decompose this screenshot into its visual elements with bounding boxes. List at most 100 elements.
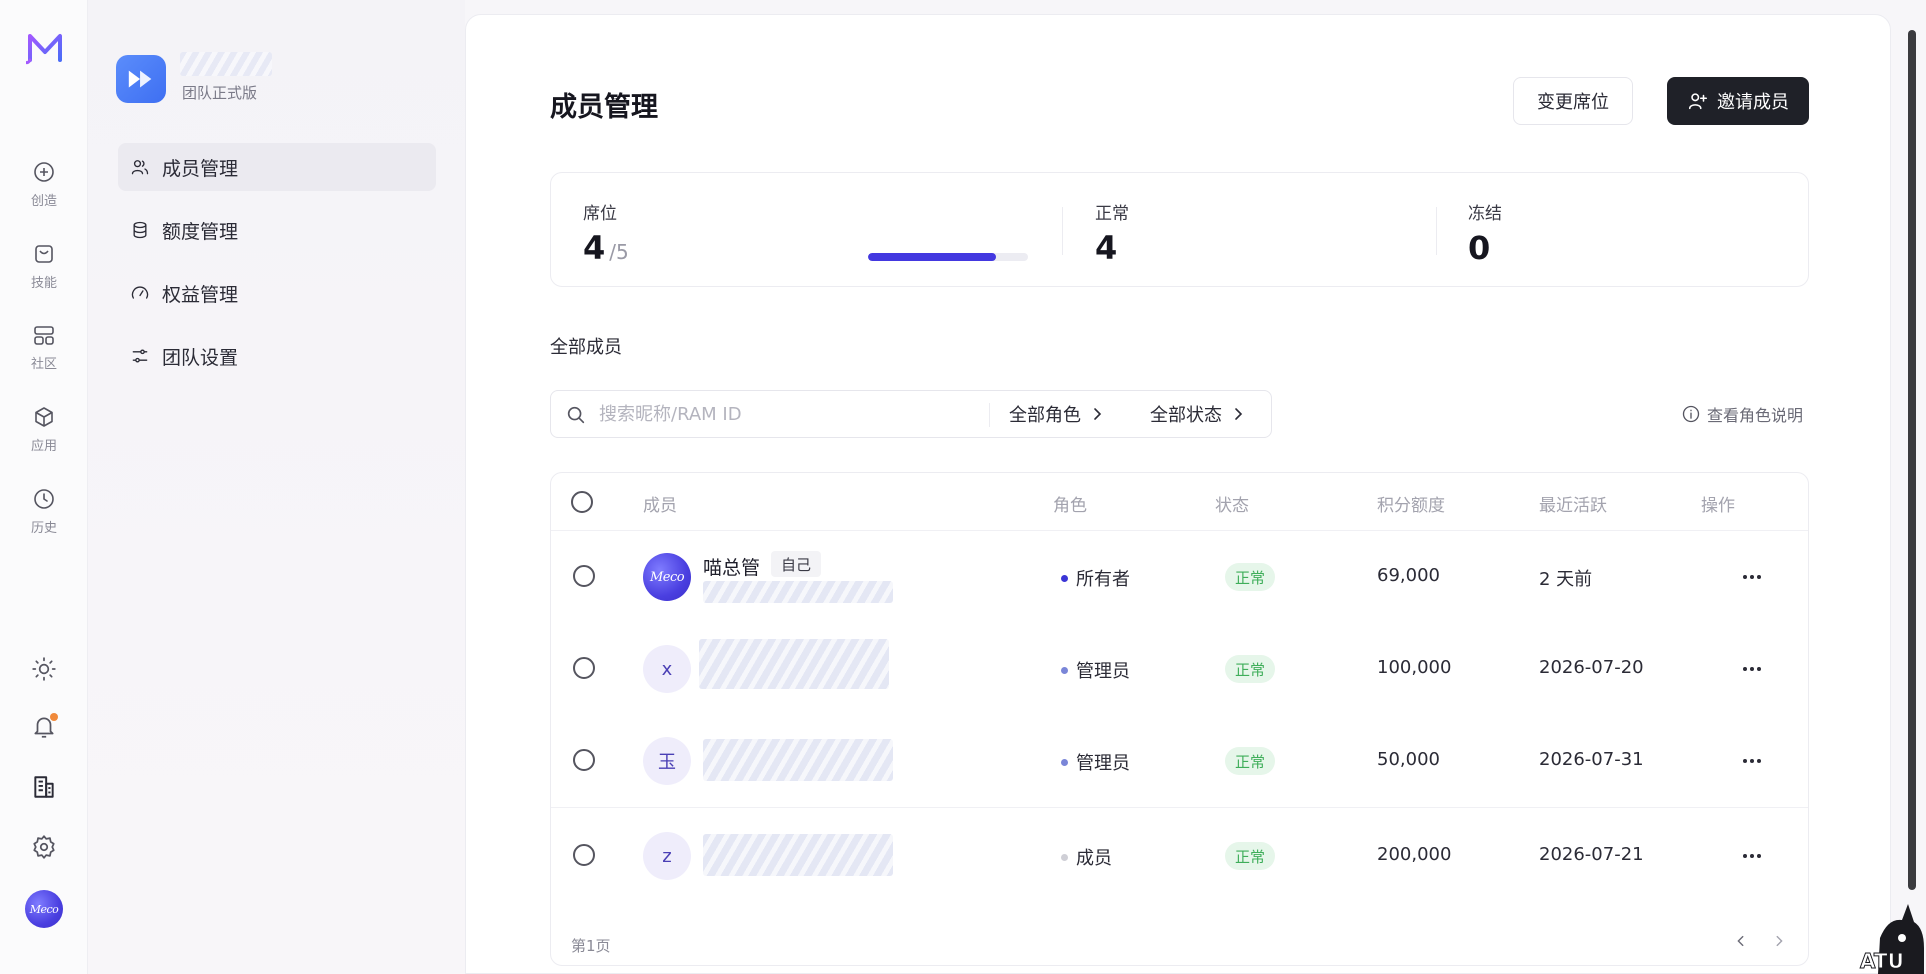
svg-text:ATU: ATU: [1860, 949, 1904, 973]
page-title: 成员管理: [550, 92, 658, 123]
seat-usage-bar: [868, 253, 1028, 261]
member-last-active: 2 天前: [1539, 569, 1593, 590]
sidebar-item-team-settings[interactable]: 团队设置: [118, 332, 436, 380]
stat-normal-label: 正常: [1095, 204, 1129, 224]
mascot-watermark-icon: ATU: [1860, 904, 1924, 974]
stat-divider: [1062, 207, 1063, 255]
theme-toggle-button[interactable]: [28, 653, 60, 685]
role-dot: [1061, 758, 1068, 766]
sidebar-item-members[interactable]: 成员管理: [118, 143, 436, 191]
search-input[interactable]: [599, 399, 979, 429]
member-role-label: 所有者: [1076, 569, 1130, 590]
status-badge: 正常: [1225, 563, 1276, 591]
status-badge: 正常: [1225, 747, 1276, 775]
team-plan-label: 团队正式版: [182, 84, 258, 102]
rail-item-label: 创造: [30, 194, 57, 209]
sidebar-item-quota[interactable]: 额度管理: [118, 206, 436, 254]
notifications-button[interactable]: [28, 711, 60, 743]
stat-seats-value: 4/5: [583, 229, 629, 267]
member-role: 成员: [1061, 844, 1112, 870]
member-name-redacted: [699, 639, 889, 689]
column-header-member: 成员: [643, 496, 677, 516]
rail-item-create[interactable]: 创造: [14, 160, 74, 222]
rail-item-community[interactable]: 社区: [14, 323, 74, 385]
chevron-left-icon: [1737, 935, 1744, 947]
table-header: 成员 角色 状态 积分额度 最近活跃 操作: [551, 473, 1808, 531]
member-credits: 200,000: [1377, 844, 1452, 865]
grid-icon: [34, 326, 54, 345]
member-id-redacted: [703, 581, 893, 603]
seat-usage-fill: [868, 253, 996, 261]
filter-divider: [989, 403, 990, 427]
chevron-right-icon: [1776, 935, 1783, 947]
info-icon: [1682, 405, 1700, 423]
row-select-radio[interactable]: [573, 565, 595, 587]
role-help-label: 查看角色说明: [1707, 406, 1804, 425]
select-all-radio[interactable]: [571, 491, 593, 513]
member-role: 管理员: [1061, 749, 1130, 775]
stat-seats-total: /5: [609, 240, 629, 264]
members-table: 成员 角色 状态 积分额度 最近活跃 操作 Meco 喵总管 自己 所有者 正常…: [550, 472, 1809, 966]
more-horizontal-icon: [1743, 854, 1761, 858]
notification-dot: [50, 713, 58, 721]
row-actions-button[interactable]: [1737, 659, 1767, 679]
page-scrollbar[interactable]: [1908, 30, 1916, 890]
role-help-link[interactable]: 查看角色说明: [1681, 402, 1803, 426]
chevron-right-icon: [1094, 408, 1102, 420]
prev-page-button[interactable]: [1729, 929, 1753, 953]
team-logo-icon: [116, 55, 166, 103]
member-last-active: 2026-07-31: [1539, 749, 1644, 770]
chevron-right-icon: [1235, 408, 1243, 420]
section-title: 全部成员: [550, 337, 622, 358]
sun-icon: [32, 657, 56, 681]
sidebar-item-label: 团队设置: [162, 346, 239, 369]
table-row: z 成员 正常 200,000 2026-07-21: [551, 807, 1808, 899]
rail-item-history[interactable]: 历史: [14, 487, 74, 549]
member-credits: 50,000: [1377, 749, 1440, 770]
main-panel: 成员管理 变更席位 邀请成员 席位 4/5 正常 4 冻结 0 全部成员 全部角…: [465, 14, 1891, 974]
column-header-last-active: 最近活跃: [1539, 496, 1607, 516]
row-select-radio[interactable]: [573, 749, 595, 771]
sidebar-item-benefits[interactable]: 权益管理: [118, 269, 436, 317]
member-role-label: 成员: [1076, 848, 1112, 869]
row-actions-button[interactable]: [1737, 567, 1767, 587]
role-dot: [1061, 666, 1068, 674]
status-filter-dropdown[interactable]: 全部状态: [1150, 391, 1246, 437]
team-sidebar: 团队正式版 成员管理 额度管理 权益管理 团队设置: [88, 0, 465, 974]
member-role: 管理员: [1061, 657, 1130, 683]
cube-icon: [35, 407, 53, 427]
change-seats-button[interactable]: 变更席位: [1513, 77, 1633, 125]
team-button[interactable]: [28, 771, 60, 803]
more-horizontal-icon: [1743, 575, 1761, 579]
row-actions-button[interactable]: [1737, 751, 1767, 771]
invite-member-button[interactable]: 邀请成员: [1667, 77, 1809, 125]
member-filter-bar: 全部角色 全部状态: [550, 390, 1272, 438]
rail-item-apps[interactable]: 应用: [14, 405, 74, 467]
user-avatar[interactable]: Meco: [25, 890, 63, 928]
role-filter-label: 全部角色: [1009, 405, 1081, 426]
app-logo-icon[interactable]: [26, 30, 64, 66]
users-icon: [131, 160, 149, 175]
sliders-icon: [132, 349, 148, 363]
rail-item-label: 技能: [30, 276, 57, 291]
more-horizontal-icon: [1743, 759, 1761, 763]
member-avatar: x: [643, 645, 691, 693]
more-horizontal-icon: [1743, 667, 1761, 671]
column-header-actions: 操作: [1701, 496, 1735, 516]
next-page-button[interactable]: [1767, 929, 1791, 953]
row-actions-button[interactable]: [1737, 846, 1767, 866]
row-select-radio[interactable]: [573, 844, 595, 866]
search-icon: [567, 406, 585, 424]
rail-item-skills[interactable]: 技能: [14, 242, 74, 304]
table-row: x 管理员 正常 100,000 2026-07-20: [551, 623, 1808, 715]
role-filter-dropdown[interactable]: 全部角色: [1009, 391, 1105, 437]
settings-button[interactable]: [28, 831, 60, 863]
member-credits: 100,000: [1377, 657, 1452, 678]
sidebar-item-label: 权益管理: [162, 283, 239, 306]
building-icon: [34, 776, 54, 798]
row-select-radio[interactable]: [573, 657, 595, 679]
member-role: 所有者: [1061, 565, 1130, 591]
stat-seats-label: 席位: [583, 204, 617, 224]
role-dot: [1061, 853, 1068, 861]
seat-stats-card: 席位 4/5 正常 4 冻结 0: [550, 172, 1809, 287]
